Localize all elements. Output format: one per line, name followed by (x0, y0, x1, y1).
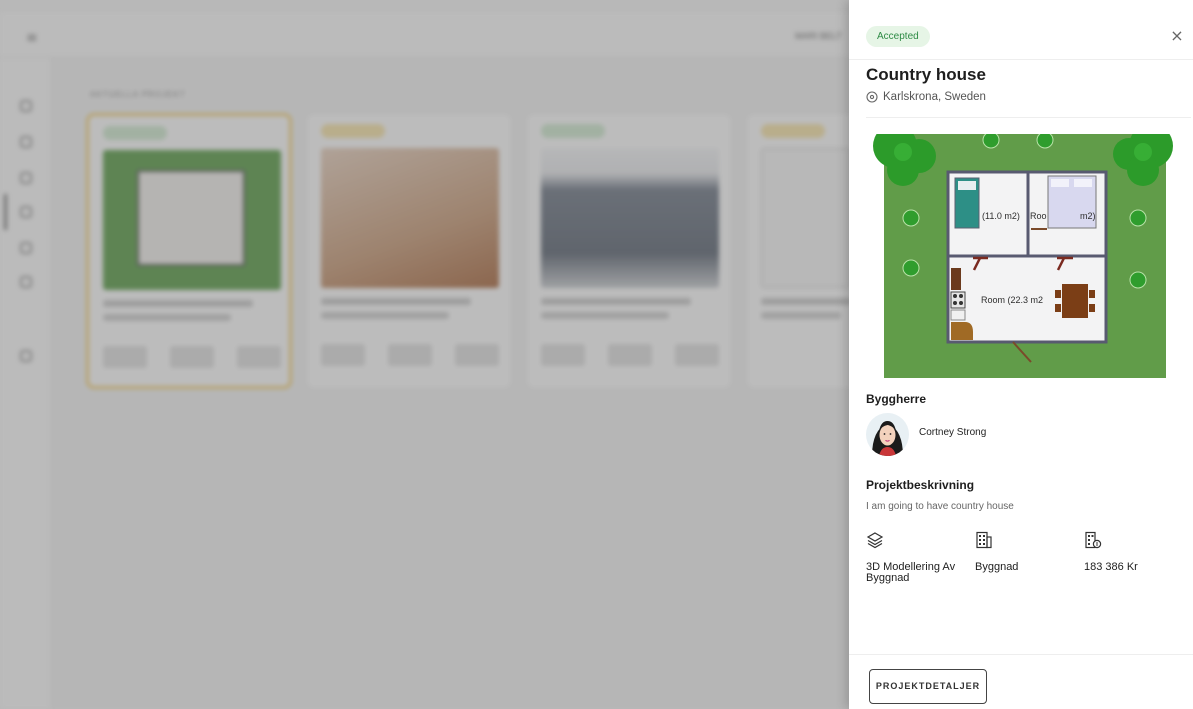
project-location: Karlskrona, Sweden (866, 91, 986, 103)
location-pin-icon (866, 91, 878, 103)
floorplan-image: (11.0 m2) Roo m2) Room (22.3 m2 (873, 134, 1173, 378)
feature-price: 183 386 Kr (1084, 531, 1184, 573)
person-portrait-icon (866, 413, 909, 456)
room-label: Room (22.3 m2 (981, 295, 1043, 305)
room-label: (11.0 m2) (982, 211, 1020, 221)
feature-label: 3D Modellering Av Byggnad (866, 561, 956, 584)
price-building-icon (1085, 531, 1102, 549)
project-drawer: Accepted × Country house Karlskrona, Swe… (849, 0, 1193, 709)
description-heading: Projektbeskrivning (866, 478, 975, 492)
layers-icon (866, 532, 884, 549)
location-text: Karlskrona, Sweden (883, 91, 986, 103)
drawer-header: Accepted × (849, 0, 1193, 60)
status-badge: Accepted (866, 26, 930, 47)
project-details-button[interactable]: PROJEKTDETALJER (869, 669, 987, 704)
divider (849, 654, 1193, 655)
feature-label: 183 386 Kr (1084, 561, 1138, 573)
project-description: I am going to have country house (866, 501, 1014, 512)
avatar (866, 413, 909, 456)
building-icon (976, 531, 992, 549)
divider (866, 117, 1191, 118)
room-label: m2) (1080, 211, 1096, 221)
feature-service: 3D Modellering Av Byggnad (866, 531, 966, 584)
client-name: Cortney Strong (919, 427, 987, 438)
feature-type: Byggnad (975, 531, 1075, 573)
room-label: Roo (1030, 211, 1047, 221)
close-icon[interactable]: × (1167, 26, 1187, 46)
feature-label: Byggnad (975, 561, 1019, 573)
client-heading: Byggherre (866, 392, 927, 406)
project-title: Country house (866, 65, 986, 84)
